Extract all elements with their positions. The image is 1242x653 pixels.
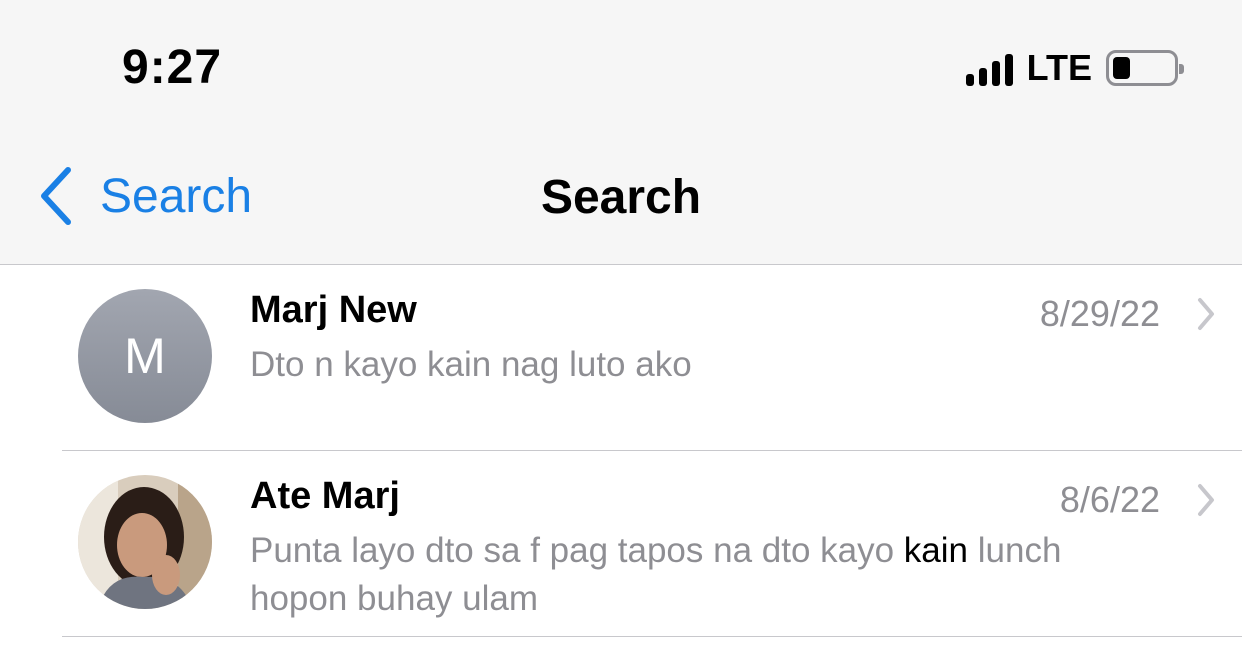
battery-level (1113, 57, 1130, 79)
avatar-initial: M (124, 328, 166, 384)
avatar: M (78, 289, 212, 423)
page-title: Search (540, 171, 702, 224)
status-time: 9:27 (122, 41, 223, 94)
preview-text: Punta layo dto sa f pag tapos na dto kay… (250, 531, 904, 570)
top-bar: 9:27 LTE Search Search (0, 0, 1242, 265)
signal-bars-icon (965, 50, 1013, 86)
message-preview: Dto n kayo kain nag luto ako (250, 345, 692, 384)
contact-name: Marj New (250, 289, 417, 331)
avatar-photo (78, 475, 212, 609)
message-date: 8/6/22 (1059, 479, 1160, 520)
message-preview: Punta layo dto sa f pag tapos na dto kay… (250, 527, 1150, 623)
search-match: kain (903, 531, 969, 570)
battery-icon (1106, 50, 1184, 86)
status-indicators: LTE (965, 47, 1184, 88)
row-divider (62, 636, 1242, 637)
chevron-right-icon (1198, 484, 1214, 516)
contact-name: Ate Marj (250, 475, 400, 517)
search-result-row[interactable]: Ate Marj 8/6/22 Punta layo dto sa f pag … (0, 451, 1242, 637)
chevron-right-icon (1198, 298, 1214, 330)
message-date: 8/29/22 (1039, 293, 1160, 334)
network-type: LTE (1026, 47, 1092, 88)
search-result-row[interactable]: M Marj New 8/29/22 Dto n kayo kain nag l… (0, 265, 1242, 451)
